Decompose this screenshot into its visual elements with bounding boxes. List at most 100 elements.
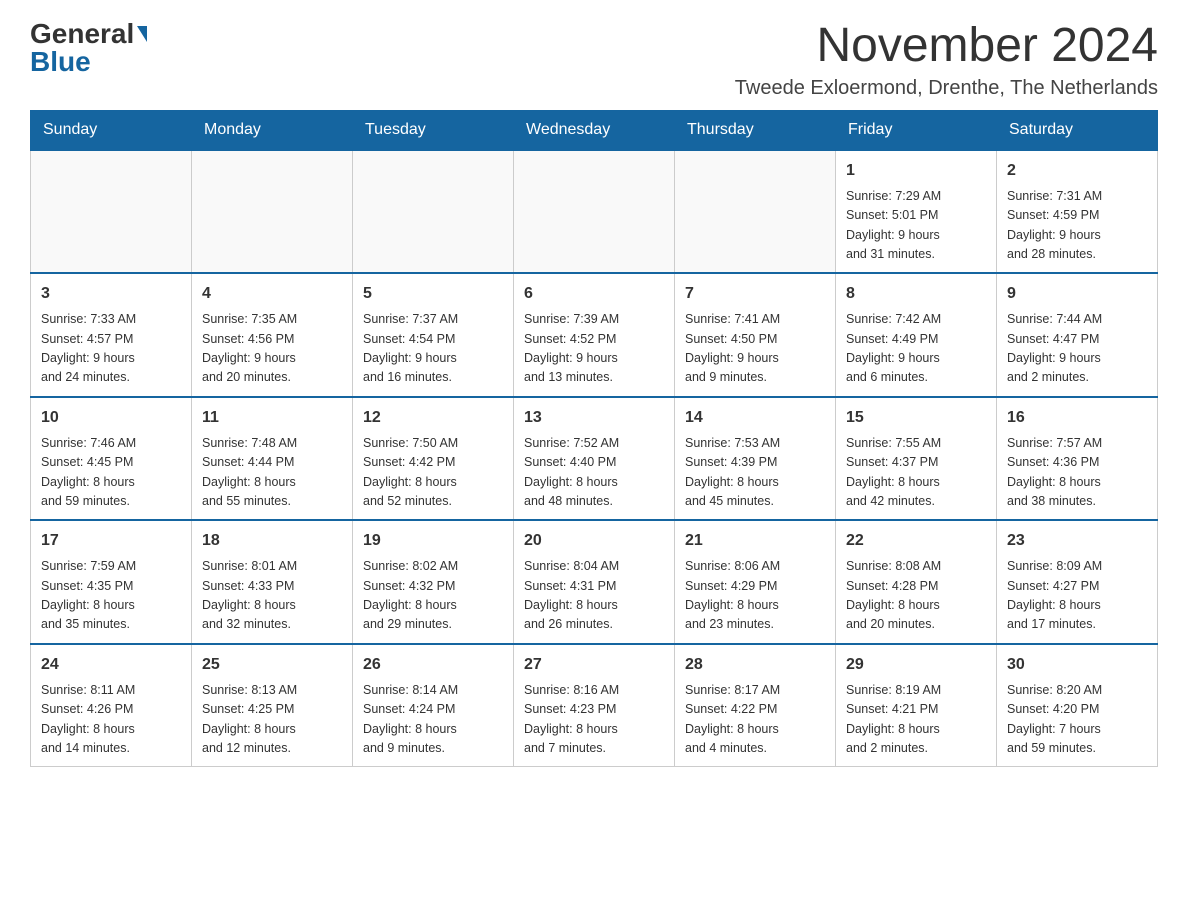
calendar-cell: 15 Sunrise: 7:55 AM Sunset: 4:37 PM Dayli… — [836, 397, 997, 521]
day-number: 10 — [41, 406, 181, 430]
weekday-header-monday: Monday — [192, 110, 353, 150]
day-number: 17 — [41, 529, 181, 553]
weekday-header-friday: Friday — [836, 110, 997, 150]
day-info: Sunrise: 8:19 AM Sunset: 4:21 PM Dayligh… — [846, 681, 986, 759]
calendar-cell: 11Sunrise: 7:48 AM Sunset: 4:44 PM Dayli… — [192, 397, 353, 521]
day-info: Sunrise: 7:59 AM Sunset: 4:35 PM Dayligh… — [41, 557, 181, 635]
day-number: 21 — [685, 529, 825, 553]
day-info: Sunrise: 7:35 AM Sunset: 4:56 PM Dayligh… — [202, 310, 342, 388]
calendar-cell — [353, 150, 514, 274]
day-number: 1 — [846, 159, 986, 183]
day-info: Sunrise: 7:41 AM Sunset: 4:50 PM Dayligh… — [685, 310, 825, 388]
day-number: 2 — [1007, 159, 1147, 183]
day-info: Sunrise: 7:48 AM Sunset: 4:44 PM Dayligh… — [202, 434, 342, 512]
day-info: Sunrise: 7:33 AM Sunset: 4:57 PM Dayligh… — [41, 310, 181, 388]
day-number: 5 — [363, 282, 503, 306]
calendar-table: SundayMondayTuesdayWednesdayThursdayFrid… — [30, 110, 1158, 768]
week-row-5: 24Sunrise: 8:11 AM Sunset: 4:26 PM Dayli… — [31, 644, 1158, 767]
day-number: 3 — [41, 282, 181, 306]
weekday-header-thursday: Thursday — [675, 110, 836, 150]
calendar-cell — [31, 150, 192, 274]
day-info: Sunrise: 7:29 AM Sunset: 5:01 PM Dayligh… — [846, 187, 986, 265]
calendar-cell: 16Sunrise: 7:57 AM Sunset: 4:36 PM Dayli… — [997, 397, 1158, 521]
weekday-header-tuesday: Tuesday — [353, 110, 514, 150]
day-info: Sunrise: 7:50 AM Sunset: 4:42 PM Dayligh… — [363, 434, 503, 512]
calendar-cell: 27 Sunrise: 8:16 AM Sunset: 4:23 PM Dayli… — [514, 644, 675, 767]
calendar-cell: 10 Sunrise: 7:46 AM Sunset: 4:45 PM Dayli… — [31, 397, 192, 521]
day-number: 15 — [846, 406, 986, 430]
day-number: 30 — [1007, 653, 1147, 677]
logo-triangle-icon — [137, 26, 147, 42]
calendar-cell: 7 Sunrise: 7:41 AM Sunset: 4:50 PM Daylig… — [675, 273, 836, 397]
calendar-cell: 2 Sunrise: 7:31 AM Sunset: 4:59 PM Daylig… — [997, 150, 1158, 274]
calendar-cell: 26 Sunrise: 8:14 AM Sunset: 4:24 PM Dayli… — [353, 644, 514, 767]
day-info: Sunrise: 7:53 AM Sunset: 4:39 PM Dayligh… — [685, 434, 825, 512]
day-info: Sunrise: 7:46 AM Sunset: 4:45 PM Dayligh… — [41, 434, 181, 512]
calendar-cell: 14 Sunrise: 7:53 AM Sunset: 4:39 PM Dayli… — [675, 397, 836, 521]
calendar-cell: 12Sunrise: 7:50 AM Sunset: 4:42 PM Dayli… — [353, 397, 514, 521]
month-title: November 2024 — [735, 20, 1158, 73]
week-row-3: 10 Sunrise: 7:46 AM Sunset: 4:45 PM Dayli… — [31, 397, 1158, 521]
day-info: Sunrise: 8:01 AM Sunset: 4:33 PM Dayligh… — [202, 557, 342, 635]
calendar-cell — [192, 150, 353, 274]
day-number: 6 — [524, 282, 664, 306]
calendar-cell: 19Sunrise: 8:02 AM Sunset: 4:32 PM Dayli… — [353, 520, 514, 644]
day-number: 29 — [846, 653, 986, 677]
page-header: General Blue November 2024 Tweede Exloer… — [30, 20, 1158, 100]
logo-blue: Blue — [30, 48, 91, 76]
day-number: 9 — [1007, 282, 1147, 306]
calendar-cell: 28 Sunrise: 8:17 AM Sunset: 4:22 PM Dayli… — [675, 644, 836, 767]
calendar-cell: 20Sunrise: 8:04 AM Sunset: 4:31 PM Dayli… — [514, 520, 675, 644]
calendar-cell: 5Sunrise: 7:37 AM Sunset: 4:54 PM Daylig… — [353, 273, 514, 397]
day-info: Sunrise: 8:16 AM Sunset: 4:23 PM Dayligh… — [524, 681, 664, 759]
calendar-cell: 13 Sunrise: 7:52 AM Sunset: 4:40 PM Dayli… — [514, 397, 675, 521]
calendar-cell: 1 Sunrise: 7:29 AM Sunset: 5:01 PM Daylig… — [836, 150, 997, 274]
calendar-cell — [514, 150, 675, 274]
day-number: 18 — [202, 529, 342, 553]
week-row-1: 1 Sunrise: 7:29 AM Sunset: 5:01 PM Daylig… — [31, 150, 1158, 274]
day-number: 20 — [524, 529, 664, 553]
calendar-cell: 29 Sunrise: 8:19 AM Sunset: 4:21 PM Dayli… — [836, 644, 997, 767]
day-number: 26 — [363, 653, 503, 677]
day-info: Sunrise: 8:17 AM Sunset: 4:22 PM Dayligh… — [685, 681, 825, 759]
weekday-header-sunday: Sunday — [31, 110, 192, 150]
calendar-cell: 17 Sunrise: 7:59 AM Sunset: 4:35 PM Dayli… — [31, 520, 192, 644]
calendar-cell: 6Sunrise: 7:39 AM Sunset: 4:52 PM Daylig… — [514, 273, 675, 397]
calendar-cell: 8Sunrise: 7:42 AM Sunset: 4:49 PM Daylig… — [836, 273, 997, 397]
day-info: Sunrise: 7:52 AM Sunset: 4:40 PM Dayligh… — [524, 434, 664, 512]
calendar-cell: 21Sunrise: 8:06 AM Sunset: 4:29 PM Dayli… — [675, 520, 836, 644]
calendar-header-row: SundayMondayTuesdayWednesdayThursdayFrid… — [31, 110, 1158, 150]
day-info: Sunrise: 8:13 AM Sunset: 4:25 PM Dayligh… — [202, 681, 342, 759]
location-subtitle: Tweede Exloermond, Drenthe, The Netherla… — [735, 77, 1158, 100]
calendar-cell: 30 Sunrise: 8:20 AM Sunset: 4:20 PM Dayli… — [997, 644, 1158, 767]
logo: General Blue — [30, 20, 147, 76]
calendar-cell: 3 Sunrise: 7:33 AM Sunset: 4:57 PM Daylig… — [31, 273, 192, 397]
day-number: 4 — [202, 282, 342, 306]
weekday-header-wednesday: Wednesday — [514, 110, 675, 150]
calendar-cell: 22 Sunrise: 8:08 AM Sunset: 4:28 PM Dayli… — [836, 520, 997, 644]
day-number: 7 — [685, 282, 825, 306]
title-area: November 2024 Tweede Exloermond, Drenthe… — [735, 20, 1158, 100]
day-number: 27 — [524, 653, 664, 677]
calendar-cell: 4 Sunrise: 7:35 AM Sunset: 4:56 PM Daylig… — [192, 273, 353, 397]
calendar-cell: 9Sunrise: 7:44 AM Sunset: 4:47 PM Daylig… — [997, 273, 1158, 397]
day-info: Sunrise: 8:08 AM Sunset: 4:28 PM Dayligh… — [846, 557, 986, 635]
day-info: Sunrise: 8:02 AM Sunset: 4:32 PM Dayligh… — [363, 557, 503, 635]
day-info: Sunrise: 8:14 AM Sunset: 4:24 PM Dayligh… — [363, 681, 503, 759]
day-number: 13 — [524, 406, 664, 430]
calendar-cell: 18 Sunrise: 8:01 AM Sunset: 4:33 PM Dayli… — [192, 520, 353, 644]
calendar-cell: 24Sunrise: 8:11 AM Sunset: 4:26 PM Dayli… — [31, 644, 192, 767]
day-number: 28 — [685, 653, 825, 677]
day-info: Sunrise: 7:55 AM Sunset: 4:37 PM Dayligh… — [846, 434, 986, 512]
day-number: 22 — [846, 529, 986, 553]
day-info: Sunrise: 7:31 AM Sunset: 4:59 PM Dayligh… — [1007, 187, 1147, 265]
week-row-4: 17 Sunrise: 7:59 AM Sunset: 4:35 PM Dayli… — [31, 520, 1158, 644]
week-row-2: 3 Sunrise: 7:33 AM Sunset: 4:57 PM Daylig… — [31, 273, 1158, 397]
calendar-cell — [675, 150, 836, 274]
day-number: 25 — [202, 653, 342, 677]
weekday-header-saturday: Saturday — [997, 110, 1158, 150]
day-number: 14 — [685, 406, 825, 430]
day-number: 16 — [1007, 406, 1147, 430]
day-number: 23 — [1007, 529, 1147, 553]
day-info: Sunrise: 8:20 AM Sunset: 4:20 PM Dayligh… — [1007, 681, 1147, 759]
